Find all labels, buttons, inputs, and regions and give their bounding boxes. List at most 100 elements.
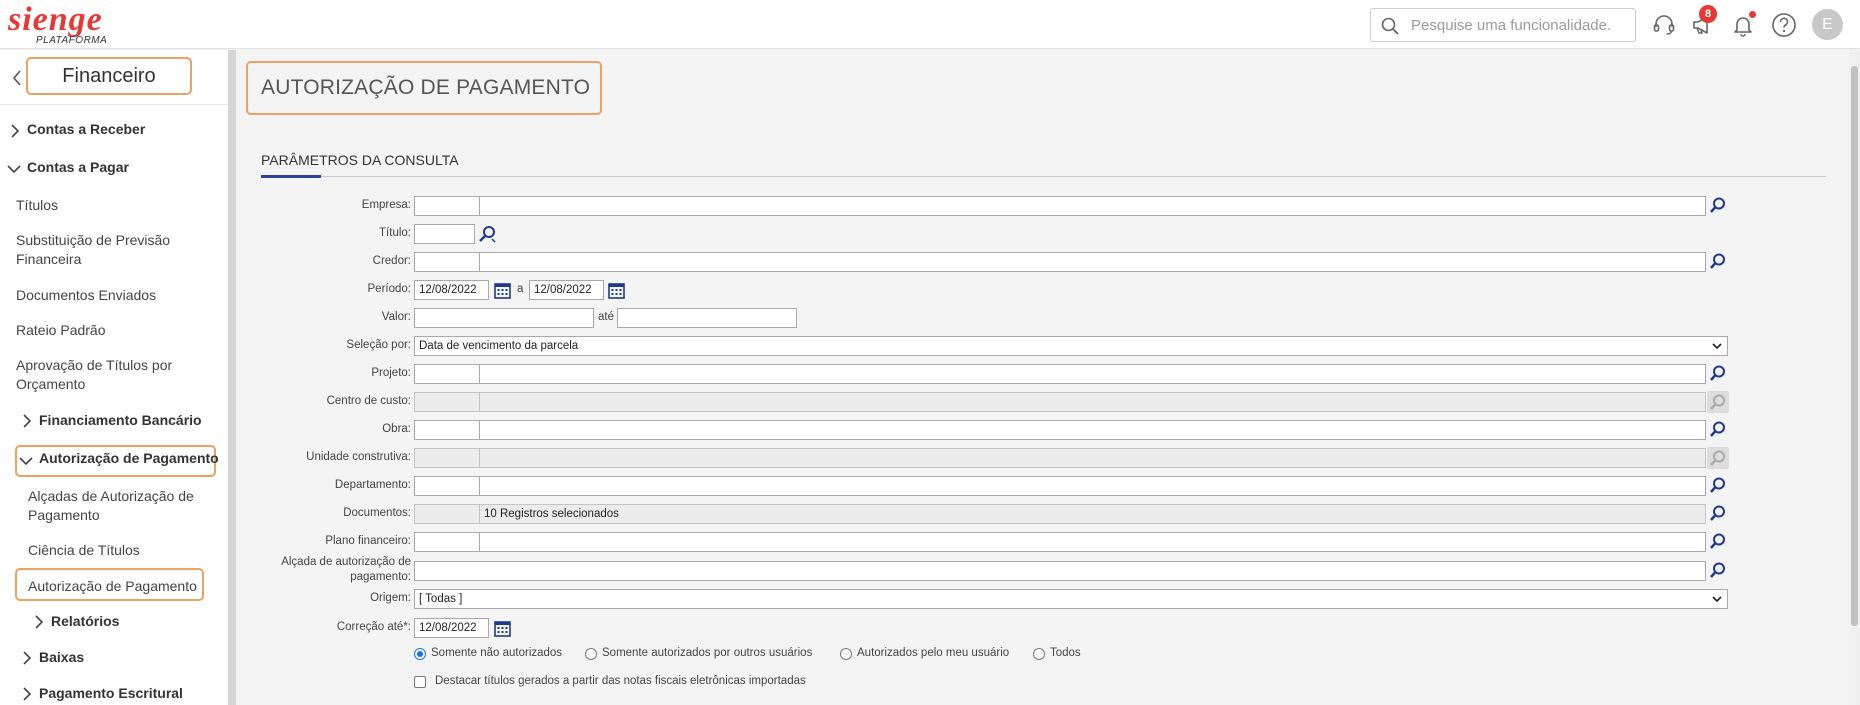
chevron-right-icon[interactable]	[22, 414, 32, 428]
sidebar-item-contas-receber[interactable]: Contas a Receber	[27, 120, 145, 139]
sidebar-item-alcadas[interactable]: Alçadas de Autorização de Pagamento	[28, 487, 208, 525]
help-icon[interactable]	[1771, 12, 1797, 38]
obra-code-input[interactable]	[414, 420, 480, 440]
unidade-label: Unidade construtiva:	[306, 451, 411, 463]
sidebar-divider	[0, 104, 228, 105]
credor-code-input[interactable]	[414, 252, 480, 272]
titulo-input[interactable]	[414, 224, 475, 244]
departamento-name-input[interactable]	[479, 476, 1706, 496]
origem-label: Origem:	[370, 592, 411, 604]
sidebar-item-financiamento[interactable]: Financiamento Bancário	[39, 411, 202, 430]
obra-label: Obra:	[382, 423, 411, 435]
radio-label: Somente autorizados por outros usuários	[602, 647, 813, 659]
search-icon[interactable]	[1709, 476, 1727, 494]
periodo-separator: a	[517, 283, 524, 295]
selecao-label: Seleção por:	[346, 339, 411, 351]
logo-subtitle: PLATAFORMA	[36, 35, 108, 46]
titulo-label: Título:	[379, 227, 411, 239]
projeto-name-input[interactable]	[479, 364, 1706, 384]
calendar-icon[interactable]	[494, 282, 511, 299]
plano-label: Plano financeiro:	[325, 535, 411, 547]
search-icon[interactable]	[1709, 420, 1727, 438]
chevron-down-icon	[1712, 596, 1722, 603]
search-icon[interactable]	[1709, 364, 1727, 382]
calendar-icon[interactable]	[494, 620, 511, 637]
centro-custo-label: Centro de custo:	[326, 395, 411, 407]
chevron-left-icon[interactable]	[12, 70, 22, 86]
obra-name-input[interactable]	[479, 420, 1706, 440]
valor-to-input[interactable]	[617, 308, 797, 328]
section-title: PARÂMETROS DA CONSULTA	[261, 152, 459, 168]
sidebar-item-pagamento-escritural[interactable]: Pagamento Escritural	[39, 684, 183, 703]
chevron-right-icon[interactable]	[22, 651, 32, 665]
sidebar-item-autorizacao-pagamento[interactable]: Autorização de Pagamento	[28, 577, 197, 596]
unidade-code-input	[414, 448, 480, 468]
sidebar-item-titulos[interactable]: Títulos	[16, 196, 58, 215]
valor-separator: até	[598, 311, 614, 323]
periodo-to-input[interactable]: 12/08/2022	[529, 280, 604, 300]
radio-autorizados-meu-usuario[interactable]	[840, 648, 852, 660]
empresa-name-input[interactable]	[479, 196, 1706, 216]
sidebar-item-contas-pagar[interactable]: Contas a Pagar	[27, 158, 129, 177]
sidebar-item-ciencia[interactable]: Ciência de Títulos	[28, 541, 140, 560]
sidebar-item-autorizacao-group[interactable]: Autorização de Pagamento	[39, 449, 219, 468]
chevron-down-icon[interactable]	[19, 456, 33, 466]
credor-name-input[interactable]	[479, 252, 1706, 272]
credor-label: Credor:	[372, 255, 411, 267]
logo-text: sienge	[8, 1, 103, 38]
search-icon[interactable]	[1709, 252, 1727, 270]
radio-todos[interactable]	[1033, 648, 1045, 660]
search-icon[interactable]	[1709, 504, 1727, 522]
page-scrollbar-thumb[interactable]	[1851, 66, 1858, 626]
chevron-right-icon[interactable]	[10, 124, 20, 138]
departamento-label: Departamento:	[334, 479, 411, 491]
sidebar-item-aprovacao-titulos[interactable]: Aprovação de Títulos por Orçamento	[16, 356, 196, 394]
sidebar-item-substituicao[interactable]: Substituição de Previsão Financeira	[16, 231, 196, 269]
page-title: AUTORIZAÇÃO DE PAGAMENTO	[246, 61, 602, 115]
search-input[interactable]	[1411, 14, 1629, 36]
origem-select[interactable]: [ Todas ]	[414, 589, 1728, 609]
search-icon	[1381, 17, 1399, 35]
plano-name-input[interactable]	[479, 532, 1706, 552]
sidebar-item-baixas[interactable]: Baixas	[39, 648, 84, 667]
title-search-icon[interactable]	[478, 224, 498, 244]
sienge-logo[interactable]: sienge PLATAFORMA	[8, 2, 118, 48]
radio-somente-nao-autorizados[interactable]	[414, 648, 426, 660]
sidebar-item-documentos-enviados[interactable]: Documentos Enviados	[16, 286, 156, 305]
documentos-code-input	[414, 504, 480, 524]
alcada-label-line1: Alçada de autorização de	[281, 556, 411, 568]
checkbox-label: Destacar títulos gerados a partir das no…	[435, 675, 806, 687]
headset-icon[interactable]	[1651, 12, 1677, 38]
sidebar-item-rateio-padrao[interactable]: Rateio Padrão	[16, 321, 106, 340]
valor-from-input[interactable]	[414, 308, 594, 328]
selecao-select[interactable]: Data de vencimento da parcela	[414, 336, 1728, 356]
chevron-right-icon[interactable]	[22, 687, 32, 701]
projeto-label: Projeto:	[371, 367, 411, 379]
centro-custo-code-input	[414, 392, 480, 412]
user-avatar[interactable]: E	[1812, 9, 1843, 40]
search-box[interactable]	[1370, 8, 1636, 42]
correcao-input[interactable]: 12/08/2022	[414, 618, 489, 638]
search-icon[interactable]	[1709, 196, 1727, 214]
radio-autorizados-outros[interactable]	[585, 648, 597, 660]
sidebar-item-relatorios[interactable]: Relatórios	[51, 612, 119, 631]
calendar-icon[interactable]	[608, 282, 625, 299]
chevron-down-icon[interactable]	[7, 164, 21, 174]
chevron-right-icon[interactable]	[34, 615, 44, 629]
periodo-from-input[interactable]: 12/08/2022	[414, 280, 489, 300]
radio-label: Todos	[1050, 647, 1081, 659]
documentos-label: Documentos:	[343, 507, 411, 519]
chevron-down-icon	[1712, 343, 1722, 350]
plano-code-input[interactable]	[414, 532, 480, 552]
search-icon	[1710, 450, 1725, 466]
departamento-code-input[interactable]	[414, 476, 480, 496]
search-icon[interactable]	[1709, 532, 1727, 550]
alcada-input[interactable]	[414, 561, 1706, 581]
destacar-checkbox[interactable]	[414, 676, 426, 688]
module-title: Financeiro	[26, 57, 192, 95]
projeto-code-input[interactable]	[414, 364, 480, 384]
correcao-label: Correção até*:	[336, 621, 411, 633]
empresa-code-input[interactable]	[414, 196, 480, 216]
unidade-name-input	[479, 448, 1706, 468]
search-icon[interactable]	[1709, 561, 1727, 579]
